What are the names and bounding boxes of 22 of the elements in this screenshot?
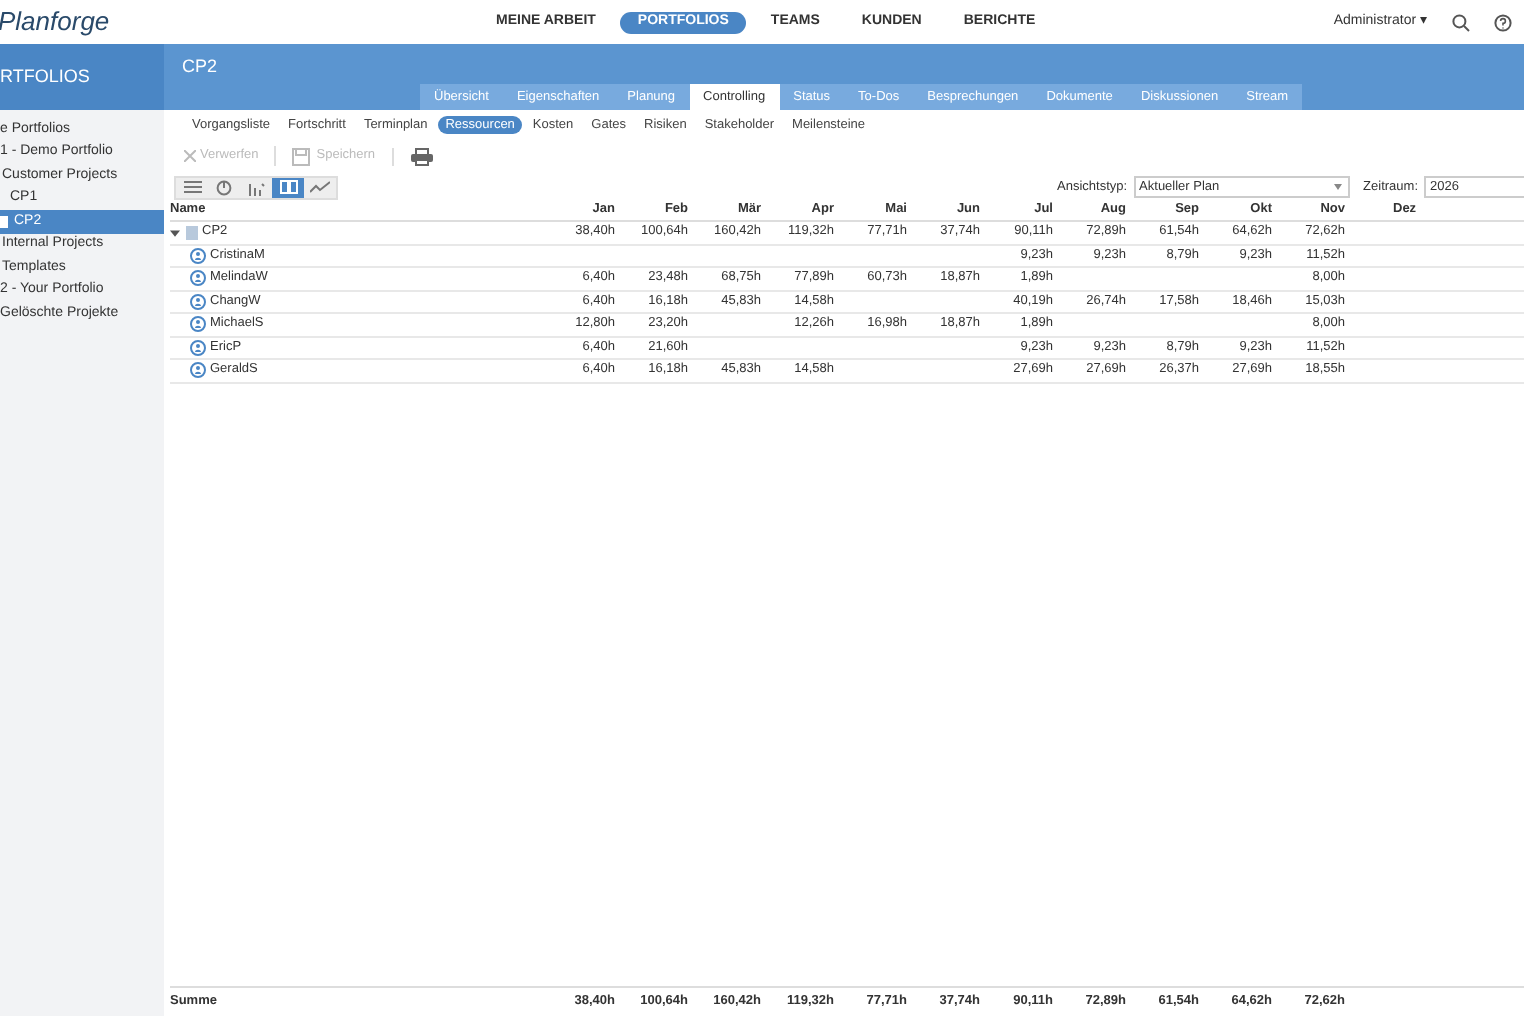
grid-icon (279, 180, 297, 194)
expand-caret-icon[interactable] (170, 227, 180, 238)
help-icon[interactable] (1494, 13, 1512, 31)
user-icon (190, 339, 206, 356)
print-button[interactable] (391, 147, 434, 165)
list-icon (183, 180, 201, 194)
close-icon (184, 150, 196, 162)
user-icon (190, 362, 206, 379)
user-icon (190, 293, 206, 310)
printer-icon (409, 147, 434, 165)
bar-chart-icon (247, 179, 265, 195)
search-icon[interactable] (1452, 13, 1470, 31)
caret-icon (1333, 184, 1342, 190)
user-icon (190, 270, 206, 287)
save-icon (292, 147, 311, 165)
view-button[interactable] (304, 177, 336, 197)
project-title: CP2 (180, 54, 220, 80)
line-chart-icon (310, 180, 330, 194)
user-icon (190, 316, 206, 333)
user-icon (190, 247, 206, 264)
sidebar-title: RTFOLIOS (0, 63, 90, 90)
view-button[interactable] (272, 177, 304, 197)
